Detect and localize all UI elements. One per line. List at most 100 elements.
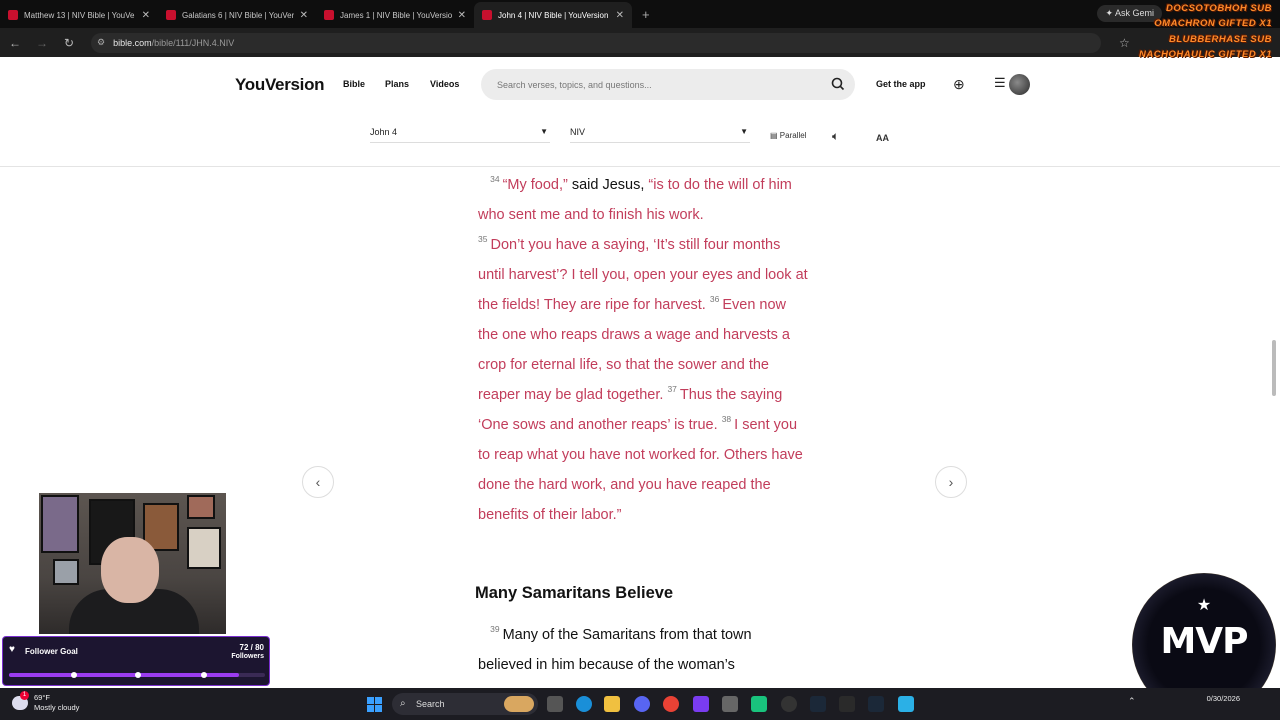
- reader-controls: John 4 ▼ NIV ▼ ▤ Parallel 🔈︎ AA: [0, 111, 1280, 167]
- chrome-icon[interactable]: [663, 696, 679, 712]
- steam-icon[interactable]: [868, 696, 884, 712]
- language-globe-icon[interactable]: ⊕: [953, 76, 965, 93]
- tab-title: James 1 | NIV Bible | YouVersion: [340, 10, 452, 20]
- windows-start-icon[interactable]: [367, 697, 382, 712]
- back-icon[interactable]: ←: [3, 36, 27, 50]
- chevron-down-icon: ▼: [540, 127, 548, 136]
- wall-poster: [187, 527, 221, 569]
- close-tab-icon[interactable]: ✕: [142, 10, 150, 21]
- goal-title: Follower Goal: [25, 647, 78, 656]
- steam-icon[interactable]: [810, 696, 826, 712]
- verse-34-narration: said Jesus,: [567, 177, 649, 193]
- ask-gemini-button[interactable]: ✦ Ask Gemi: [1097, 5, 1162, 22]
- stream-alert: DOCSOTOBHOH SUB: [1165, 3, 1272, 14]
- verse-number: 35: [478, 234, 488, 244]
- parallel-label: Parallel: [779, 131, 807, 140]
- scripture-text: 34 “My food,” said Jesus, “is to do the w…: [478, 170, 808, 530]
- browser-tab-active[interactable]: John 4 | NIV Bible | YouVersion ✕: [474, 2, 632, 28]
- tab-title: Matthew 13 | NIV Bible | YouVe: [24, 10, 135, 20]
- get-app-link[interactable]: Get the app: [876, 79, 926, 89]
- book-chapter-value: John 4: [370, 127, 398, 137]
- obs-icon[interactable]: [781, 696, 797, 712]
- discord-icon[interactable]: [634, 696, 650, 712]
- taskbar-search[interactable]: ⌕ Search: [392, 693, 538, 715]
- clock-date: 0/30/2026: [1206, 694, 1240, 703]
- goal-milestone: [135, 672, 141, 678]
- parallel-button[interactable]: ▤ Parallel: [770, 131, 806, 140]
- previous-chapter-button[interactable]: ‹: [302, 466, 334, 498]
- hamburger-menu-icon[interactable]: ☰: [994, 75, 1006, 91]
- verse-number: 39: [490, 624, 500, 634]
- mvp-badge-text: MVP: [1160, 621, 1248, 662]
- forward-icon[interactable]: →: [30, 36, 54, 50]
- follower-goal-widget: ♥ Follower Goal 72 / 80 Followers: [2, 636, 270, 686]
- scripture-text-continued: 39 Many of the Samaritans from that town …: [478, 620, 798, 680]
- reload-icon[interactable]: ↻: [57, 36, 81, 50]
- parallel-icon: ▤: [770, 131, 778, 140]
- youversion-logo[interactable]: YouVersion: [235, 75, 325, 95]
- wall-poster: [187, 495, 215, 519]
- stream-alert: NACHOHAULIC GIFTED X1: [1139, 49, 1272, 60]
- task-view-icon[interactable]: [547, 696, 563, 712]
- app-icon[interactable]: [751, 696, 767, 712]
- wall-poster: [41, 495, 79, 553]
- edge-icon[interactable]: [576, 696, 592, 712]
- system-clock[interactable]: 0/30/2026: [1207, 693, 1240, 704]
- page-scrollbar[interactable]: [1272, 340, 1276, 396]
- book-chapter-select[interactable]: John 4 ▼: [370, 121, 550, 143]
- bible-favicon-icon: [324, 10, 334, 20]
- version-select[interactable]: NIV ▼: [570, 121, 750, 143]
- goal-milestone: [201, 672, 207, 678]
- streamer-face: [101, 537, 159, 603]
- search-input[interactable]: Search verses, topics, and questions...: [481, 69, 855, 100]
- browser-tab[interactable]: Galatians 6 | NIV Bible | YouVer ✕: [158, 2, 316, 28]
- nav-videos[interactable]: Videos: [430, 79, 459, 89]
- chevron-down-icon: ▼: [740, 127, 748, 136]
- next-chapter-button[interactable]: ›: [935, 466, 967, 498]
- file-explorer-icon[interactable]: [604, 696, 620, 712]
- url-field[interactable]: ⚙ bible.com/bible/111/JHN.4.NIV: [91, 32, 1101, 53]
- url-path: /bible/111/JHN.4.NIV: [151, 37, 235, 48]
- bible-favicon-icon: [8, 10, 18, 20]
- avatar[interactable]: [1009, 74, 1030, 95]
- stream-alert: BLUBBERHASE SUB: [1168, 34, 1272, 45]
- search-highlight-icon: [504, 696, 534, 712]
- windows-taskbar: 1 69°F Mostly cloudy ⌕ Search ⌃ 0/30/2026: [0, 688, 1280, 720]
- audio-speaker-icon[interactable]: 🔈︎: [832, 129, 839, 144]
- tab-title: John 4 | NIV Bible | YouVersion: [498, 10, 609, 20]
- tray-chevron-up-icon[interactable]: ⌃: [1128, 696, 1136, 707]
- tab-title: Galatians 6 | NIV Bible | YouVer: [182, 10, 294, 20]
- section-heading: Many Samaritans Believe: [475, 584, 674, 602]
- stream-alert: OMACHRON GIFTED X1: [1154, 18, 1272, 29]
- weather-condition: Mostly cloudy: [34, 703, 80, 712]
- verse-number: 37: [667, 384, 677, 394]
- star-icon: ★: [1196, 597, 1212, 614]
- nav-bible[interactable]: Bible: [343, 79, 365, 89]
- browser-tab[interactable]: Matthew 13 | NIV Bible | YouVe ✕: [0, 2, 158, 28]
- bible-favicon-icon: [166, 10, 176, 20]
- app-grid-icon[interactable]: [693, 696, 709, 712]
- goal-progress-track: [9, 672, 265, 678]
- new-tab-button[interactable]: +: [632, 2, 660, 28]
- browser-tab[interactable]: James 1 | NIV Bible | YouVersion ✕: [316, 2, 474, 28]
- notepad-icon[interactable]: [898, 696, 914, 712]
- app-icon[interactable]: [722, 696, 738, 712]
- close-tab-icon[interactable]: ✕: [458, 10, 466, 21]
- chevron-left-icon: ‹: [315, 474, 321, 490]
- font-size-button[interactable]: AA: [876, 133, 889, 143]
- weather-widget[interactable]: 1 69°F Mostly cloudy: [12, 691, 80, 713]
- app-icon[interactable]: [839, 696, 855, 712]
- close-tab-icon[interactable]: ✕: [616, 10, 624, 21]
- bookmark-star-icon[interactable]: ☆: [1119, 36, 1130, 50]
- ask-gemini-label: Ask Gemi: [1114, 8, 1154, 18]
- weather-temp: 69°F: [34, 693, 50, 702]
- close-tab-icon[interactable]: ✕: [300, 10, 308, 21]
- nav-plans[interactable]: Plans: [385, 79, 409, 89]
- site-info-icon[interactable]: ⚙: [97, 37, 105, 48]
- url-host: bible.com: [113, 37, 152, 48]
- cloud-icon: 1: [12, 691, 29, 710]
- verse-34-words-of-jesus: “My food,”: [502, 177, 568, 193]
- verse-39: Many of the Samaritans from that town be…: [478, 627, 752, 673]
- search-icon[interactable]: [830, 76, 846, 92]
- webcam-overlay: [39, 493, 226, 634]
